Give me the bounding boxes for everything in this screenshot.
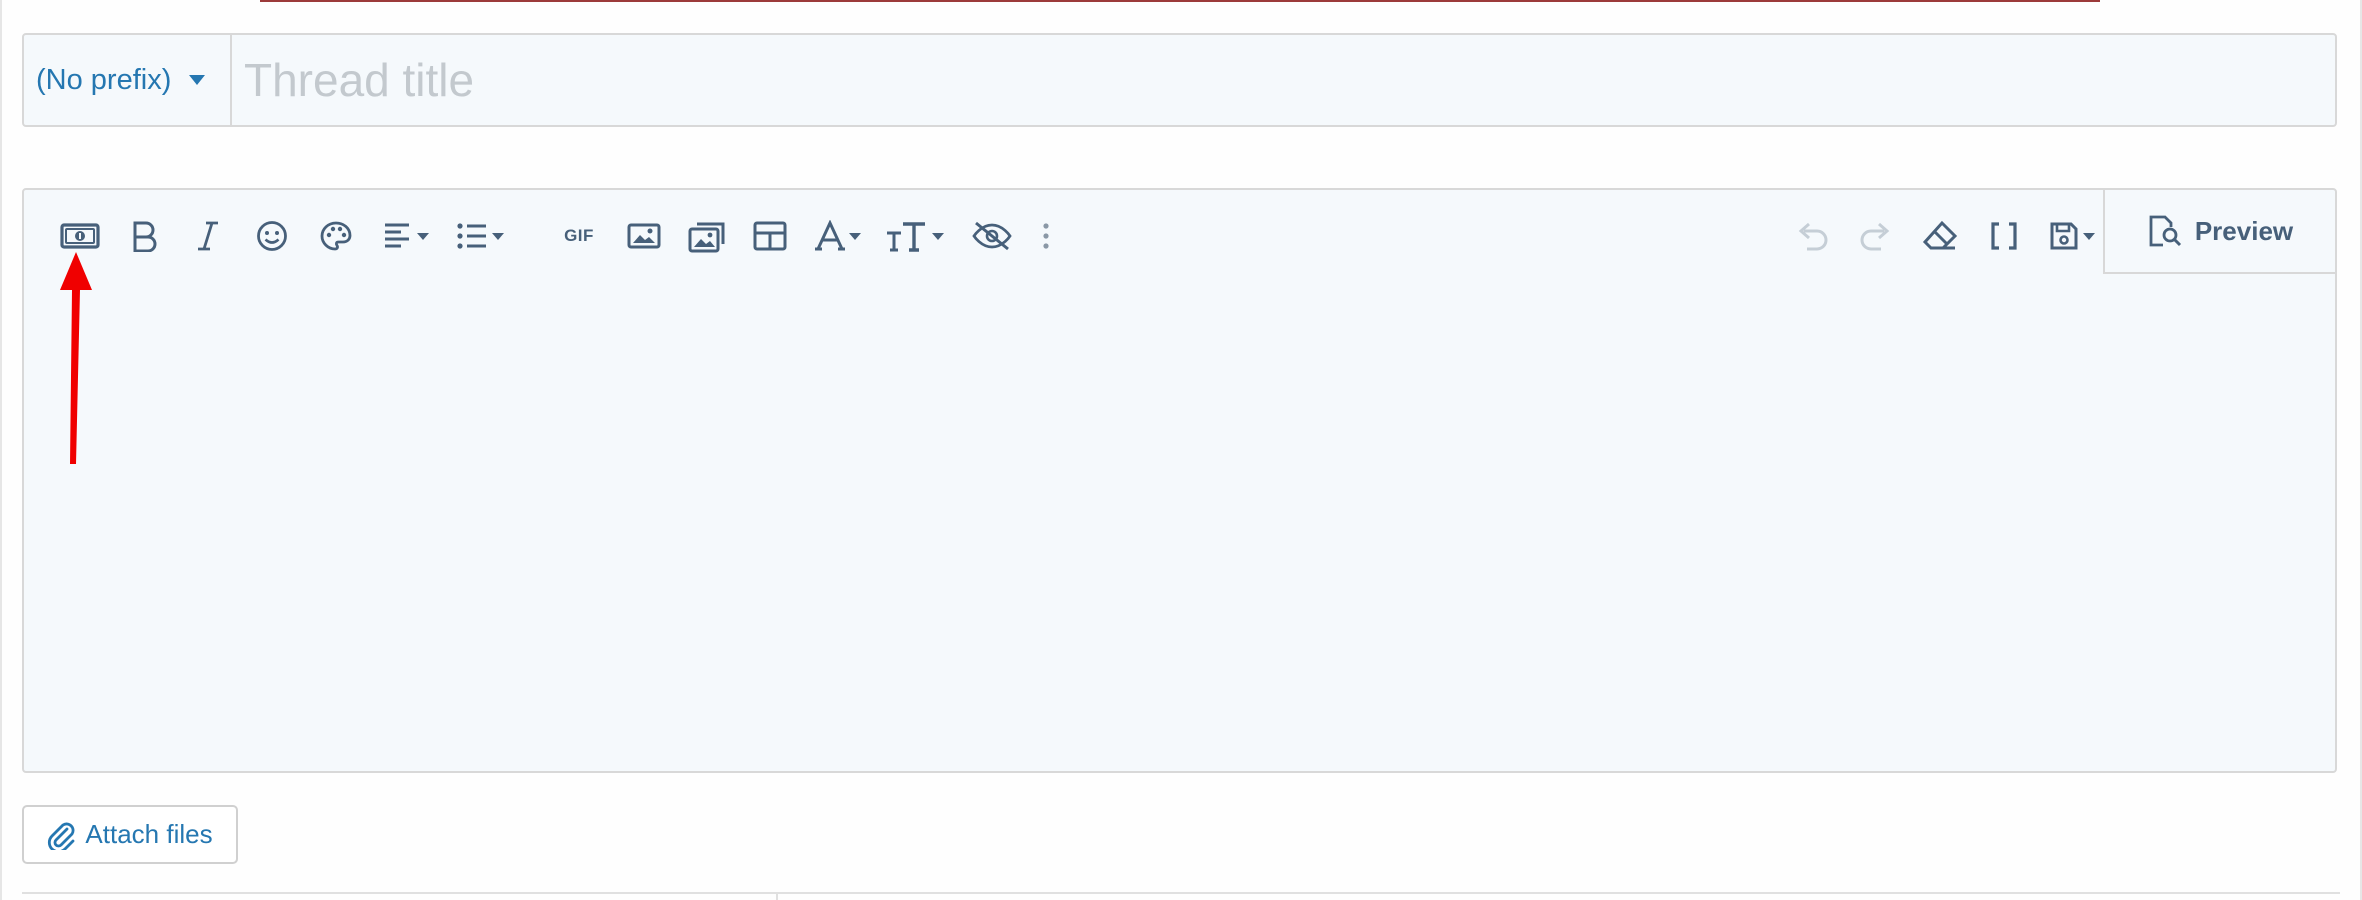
save-draft-icon[interactable] [2042,216,2102,256]
chevron-down-icon [189,75,206,85]
hidden-eye-icon[interactable] [968,216,1016,256]
table-icon[interactable] [748,216,792,256]
editor-toolbar: GIF Preview [24,190,2335,274]
chevron-down-icon [417,232,429,240]
annotation-arrow-icon [60,252,92,464]
prefix-select[interactable]: (No prefix) [24,35,232,125]
font-family-icon[interactable] [808,216,868,256]
bold-icon[interactable] [124,216,164,256]
gif-icon-label: GIF [564,226,594,245]
editor-content-area[interactable] [24,274,2335,771]
italic-icon[interactable] [188,216,228,256]
list-icon[interactable] [450,216,510,256]
top-accent-line [260,0,2100,2]
preview-button-label: Preview [2194,215,2294,246]
paperclip-icon [48,822,75,850]
column-divider [776,892,778,900]
thread-title-input[interactable] [232,35,2335,125]
frame-edge-left [0,0,2,900]
media-gallery-icon[interactable] [684,216,732,256]
gif-icon[interactable]: GIF [554,216,604,256]
thread-title-row: (No prefix) [22,33,2337,127]
prefix-select-label: (No prefix) [36,63,172,96]
preview-button[interactable]: Preview [2103,190,2335,274]
redo-icon[interactable] [1854,216,1898,256]
chevron-down-icon [2083,232,2095,240]
palette-icon[interactable] [316,216,356,256]
document-search-icon [2149,215,2181,247]
attach-files-button[interactable]: Attach files [22,805,238,864]
chevron-down-icon [849,232,861,240]
attach-files-label: Attach files [85,819,213,849]
chevron-down-icon [932,232,944,240]
font-size-icon[interactable] [880,216,950,256]
eraser-icon[interactable] [1918,216,1962,256]
undo-icon[interactable] [1790,216,1834,256]
chevron-down-icon [492,232,504,240]
align-left-icon[interactable] [376,216,436,256]
rich-text-editor: GIF Preview [22,188,2337,773]
section-divider [22,892,2340,894]
more-vertical-icon[interactable] [1034,216,1058,256]
smile-icon[interactable] [252,216,292,256]
image-icon[interactable] [622,216,666,256]
brackets-icon[interactable] [1982,216,2026,256]
